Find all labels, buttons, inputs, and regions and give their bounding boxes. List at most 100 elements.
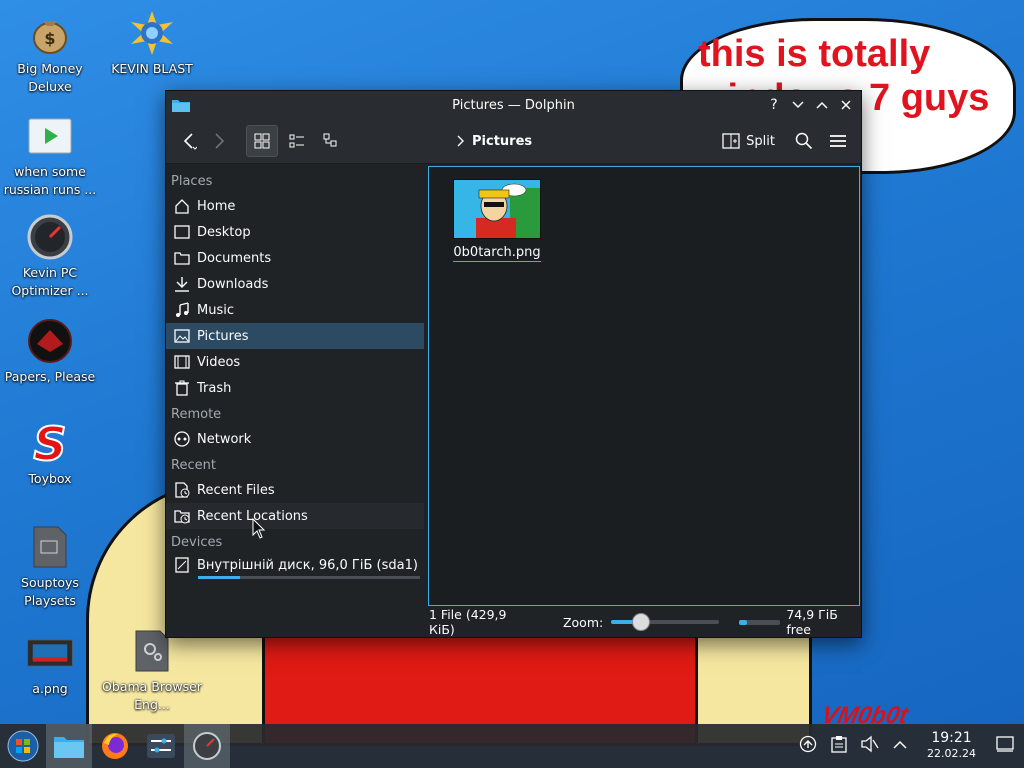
places-item-videos[interactable]: Videos [166,349,424,375]
kevin-pc-optimizer-icon [193,732,221,760]
zoom-slider-handle[interactable] [632,613,651,631]
show-desktop-icon[interactable] [996,736,1014,756]
disk-capacity-bar [198,576,420,579]
details-view-button[interactable] [316,126,346,156]
places-item-home[interactable]: Home [166,193,424,219]
desktop-icon-label: Toybox [28,471,72,486]
toybox-icon: S [27,420,73,466]
zoom-label: Zoom: [562,614,604,630]
places-item-pictures[interactable]: Pictures [166,323,424,349]
back-button[interactable] [174,126,204,156]
file-view[interactable]: 0b0tarch.png [428,166,860,606]
firefox-icon [102,733,128,759]
file-thumbnail [453,179,541,239]
desktop-icon-obama-browser[interactable]: Obama Browser Eng... [102,628,202,714]
places-section-title: Recent [171,458,216,473]
hamburger-menu-button[interactable] [823,126,853,156]
drive-icon [174,557,190,573]
places-item-internal-disk[interactable]: Внутрішній диск, 96,0 ГіБ (sda1) [166,554,424,576]
desktop-icon-russian-video[interactable]: when some russian runs ... [0,113,100,199]
places-item-network[interactable]: Network [166,426,424,452]
maximize-button[interactable] [815,97,829,113]
desktop-icon-label: Obama Browser Eng... [102,679,202,712]
start-orb-icon [7,730,39,762]
status-bar: 1 File (429,9 КіБ) Zoom: 74,9 ГіБ free [166,607,861,637]
places-panel: Places Home Desktop Documents Downloads … [166,164,424,607]
desktop-icon-big-money-deluxe[interactable]: $ Big Money Deluxe [0,10,100,96]
taskbar-kevin-pc-optimizer[interactable] [184,724,230,768]
places-item-recent-files[interactable]: Recent Files [166,477,424,503]
desktop-icon-label: a.png [32,681,68,696]
taskbar-system-settings[interactable] [138,724,184,768]
system-tray: 19:21 22.02.24 [799,731,1014,761]
places-section-title: Places [171,174,213,189]
clock[interactable]: 19:21 22.02.24 [927,731,976,761]
desktop-icon-kevin-pc-optimizer[interactable]: Kevin PC Optimizer ... [0,214,100,300]
taskbar-firefox[interactable] [92,724,138,768]
desktop-icon [174,224,190,240]
desktop-icon-kevin-blast[interactable]: KEVIN BLAST [102,10,202,78]
network-icon [174,431,190,447]
recent-files-icon [174,482,190,498]
split-button[interactable]: Split [722,133,775,149]
tray-expand-chevron-icon[interactable] [893,739,907,754]
compact-view-button[interactable] [282,126,312,156]
places-item-trash[interactable]: Trash [166,375,424,401]
start-menu-button[interactable] [0,724,46,768]
desktop-icon-label: Big Money Deluxe [17,61,83,94]
downloads-icon [174,276,190,292]
videos-icon [174,354,190,370]
window-titlebar[interactable]: Pictures — Dolphin ? [166,91,861,119]
file-name: 0b0tarch.png [453,245,541,262]
places-item-label: Documents [197,250,272,266]
back-arrow-icon [183,133,197,150]
search-button[interactable] [789,126,819,156]
kevin-blast-icon [129,10,175,56]
desktop-icon-papers-please[interactable]: Papers, Please [0,318,100,386]
clipboard-tray-icon[interactable] [831,735,847,757]
desktop-icon-a-png[interactable]: a.png [0,630,100,698]
help-button[interactable]: ? [767,97,781,113]
places-item-label: Recent Files [197,482,275,498]
forward-button[interactable] [204,126,234,156]
status-summary: 1 File (429,9 КіБ) [429,607,507,637]
close-button[interactable] [839,97,853,113]
breadcrumb-current[interactable]: Pictures [472,134,532,149]
music-icon [174,302,190,318]
desktop-icon-label: Souptoys Playsets [21,575,79,608]
desktop-icon-souptoys-playsets[interactable]: Souptoys Playsets [0,524,100,610]
toolbar: Pictures Split [166,119,861,164]
zoom-slider[interactable] [611,613,720,631]
file-item[interactable]: 0b0tarch.png [451,179,543,262]
places-item-downloads[interactable]: Downloads [166,271,424,297]
forward-arrow-icon [215,133,225,149]
image-file-icon [27,630,73,676]
places-item-desktop[interactable]: Desktop [166,219,424,245]
trash-icon [174,380,190,396]
desktop-icon-label: when some russian runs ... [3,164,97,197]
hamburger-icon [830,135,846,147]
minimize-button[interactable] [791,97,805,113]
disk-capacity-fill [198,576,241,579]
window-title: Pictures — Dolphin [452,97,575,113]
window-content: Places Home Desktop Documents Downloads … [166,164,861,607]
tree-view-icon [323,133,337,147]
places-item-recent-locations[interactable]: Recent Locations [166,503,424,529]
update-tray-icon[interactable] [799,735,817,757]
volume-muted-icon[interactable] [861,735,879,757]
dolphin-window: Pictures — Dolphin ? Pictures Split Plac… [165,90,862,638]
places-item-music[interactable]: Music [166,297,424,323]
places-item-documents[interactable]: Documents [166,245,424,271]
money-bag-icon: $ [27,10,73,56]
home-icon [174,198,190,214]
taskbar: 19:21 22.02.24 [0,724,1024,768]
icons-view-button[interactable] [246,125,278,157]
split-view-icon [722,133,740,149]
breadcrumb[interactable]: Pictures [456,134,532,149]
dolphin-icon [54,737,84,758]
taskbar-dolphin[interactable] [46,724,92,768]
clock-date: 22.02.24 [927,747,976,760]
desktop-icon-toybox[interactable]: S Toybox [0,420,100,488]
clock-time: 19:21 [931,730,972,746]
mouse-cursor-icon [252,518,266,539]
